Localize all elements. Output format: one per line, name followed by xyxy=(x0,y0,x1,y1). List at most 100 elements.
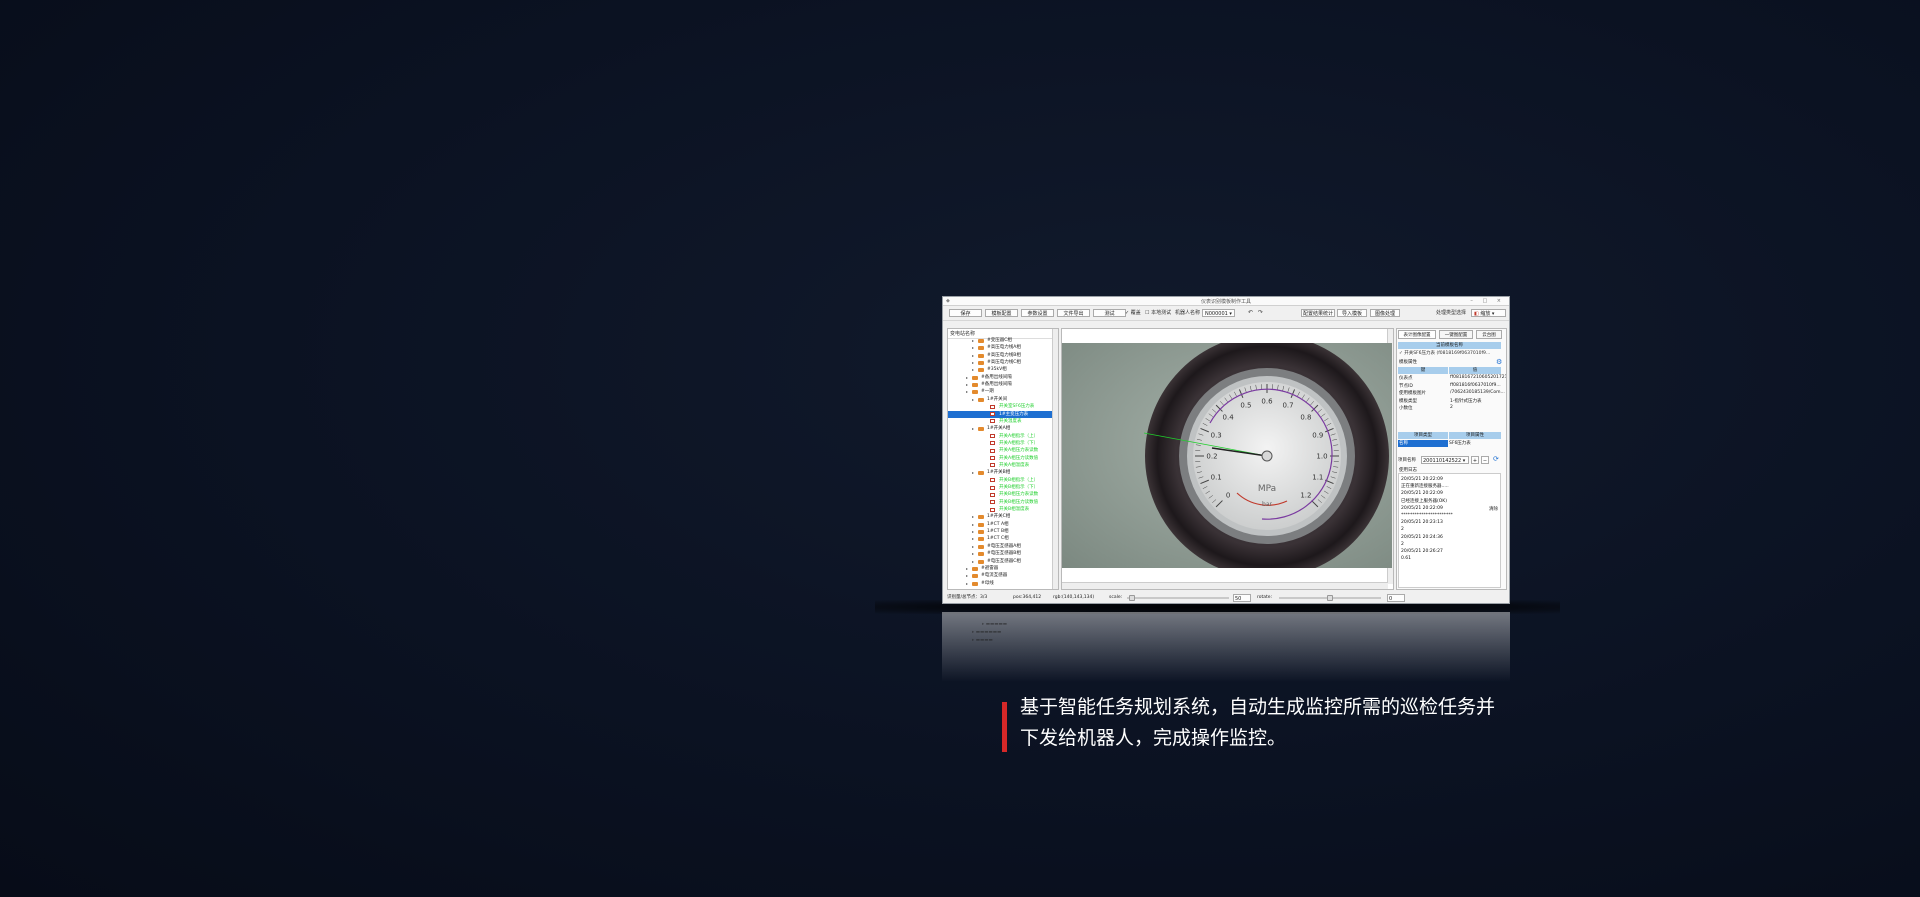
project-name-select[interactable]: 200110142522 ▾ xyxy=(1421,456,1469,464)
expand-arrow-icon[interactable]: ▸ xyxy=(972,550,974,557)
scale-slider-knob[interactable] xyxy=(1129,595,1135,601)
tree-item[interactable]: ▸ #高压电力线A相 xyxy=(948,344,1052,351)
prop-value[interactable]: 2 xyxy=(1450,405,1453,410)
prop-value[interactable]: ff08181672106052017211... xyxy=(1450,375,1506,380)
tree-item[interactable]: ▸ 1#CT B相 xyxy=(948,528,1052,535)
robot-name-select[interactable]: N000001 ▾ xyxy=(1202,309,1235,317)
rotate-value-field[interactable]: 0 xyxy=(1387,594,1405,602)
tree-item[interactable]: ▸ 1#CT A相 xyxy=(948,521,1052,528)
project-row-key[interactable]: 名称 xyxy=(1398,440,1448,447)
tree-item[interactable]: 开关A相压力读数值 xyxy=(948,455,1052,462)
tree-item-label: #备用出线间隔 xyxy=(981,382,1012,388)
tree-item[interactable]: ▸ #电流互感器 xyxy=(948,572,1052,579)
tab-one-key-config[interactable]: 一键图配置 xyxy=(1439,330,1473,339)
project-row-val[interactable]: SF6压力表 xyxy=(1449,440,1471,447)
tree-item[interactable]: 开关室SF6压力表 xyxy=(948,403,1052,410)
tree-item[interactable]: 开关温度表 xyxy=(948,418,1052,425)
expand-arrow-icon[interactable]: ▸ xyxy=(972,535,974,542)
tree-scrollbar[interactable] xyxy=(1052,329,1058,589)
tab-meter-config[interactable]: 表计图像配置 xyxy=(1398,330,1436,339)
image-type-select[interactable]: ◧ 缩放 ▾ xyxy=(1471,309,1506,317)
prop-value[interactable]: /7062430185139/Com... xyxy=(1450,390,1505,395)
expand-arrow-icon[interactable]: ▸ xyxy=(966,381,968,388)
import-template-button[interactable]: 导入模板 xyxy=(1337,309,1367,317)
prop-value[interactable]: 1-指针式压力表 xyxy=(1450,398,1482,404)
save-button[interactable]: 保存 xyxy=(949,309,982,317)
gauge-number: 0.7 xyxy=(1282,402,1293,410)
tree-item[interactable]: ▸ #备用出线间隔 xyxy=(948,374,1052,381)
expand-arrow-icon[interactable]: ▸ xyxy=(972,337,974,344)
tree-item[interactable]: 开关B相指示（上） xyxy=(948,477,1052,484)
window-controls[interactable]: – □ × xyxy=(1470,298,1505,304)
tree-item[interactable]: 1#主变压力表 xyxy=(948,410,1052,418)
tree-item[interactable]: ▸ #电压互感器A相 xyxy=(948,543,1052,550)
log-line: 已经连接上服务器(OK) xyxy=(1401,498,1448,504)
tab-ptz[interactable]: 云台图 xyxy=(1476,330,1502,339)
expand-arrow-icon[interactable]: ▸ xyxy=(966,565,968,572)
expand-arrow-icon[interactable]: ▸ xyxy=(972,366,974,373)
tree-item[interactable]: ▸ 1#开关间 xyxy=(948,396,1052,403)
expand-arrow-icon[interactable]: ▸ xyxy=(972,521,974,528)
expand-arrow-icon[interactable]: ▸ xyxy=(972,344,974,351)
clear-log-button[interactable]: 清除 xyxy=(1489,506,1498,512)
expand-arrow-icon[interactable]: ▸ xyxy=(972,513,974,520)
expand-arrow-icon[interactable]: ▸ xyxy=(966,580,968,587)
expand-arrow-icon[interactable]: ▸ xyxy=(972,469,974,476)
add-project-button[interactable]: + xyxy=(1471,456,1479,464)
tree-item[interactable]: ▸ 1#开关C相 xyxy=(948,513,1052,520)
expand-arrow-icon[interactable]: ▸ xyxy=(972,543,974,550)
tree-item[interactable]: ▸ 1#CT C相 xyxy=(948,535,1052,542)
tree-item[interactable]: ▸ 1#开关A相 xyxy=(948,425,1052,432)
prop-value[interactable]: ff081816f0637010f9... xyxy=(1450,383,1501,388)
tree-item[interactable]: ▸ #变压器C相 xyxy=(948,337,1052,344)
tree-item[interactable]: ▸ #电压互感器C相 xyxy=(948,558,1052,565)
param-setting-button[interactable]: 参数设置 xyxy=(1021,309,1054,317)
expand-arrow-icon[interactable]: ▸ xyxy=(972,359,974,366)
tree-item[interactable]: 开关A相指示（下） xyxy=(948,440,1052,447)
tree-item[interactable]: ▸ #高压电力线B相 xyxy=(948,352,1052,359)
template-config-button[interactable]: 模板配置 xyxy=(985,309,1018,317)
tree-item[interactable]: ▸ #高压电力线C相 xyxy=(948,359,1052,366)
scale-slider[interactable] xyxy=(1127,595,1229,601)
rotate-slider[interactable] xyxy=(1279,595,1381,601)
tree-item[interactable]: ▸ #母线 xyxy=(948,580,1052,587)
remove-project-button[interactable]: − xyxy=(1481,456,1489,464)
expand-arrow-icon[interactable]: ▸ xyxy=(966,572,968,579)
tree-item[interactable]: ▸ #电压互感器B相 xyxy=(948,550,1052,557)
expand-arrow-icon[interactable]: ▸ xyxy=(966,374,968,381)
tree-item[interactable]: ▸ #一期 xyxy=(948,388,1052,395)
tree-item[interactable]: 开关A相压力表读数 xyxy=(948,447,1052,454)
undo-icon[interactable]: ↶ xyxy=(1248,310,1253,316)
expand-arrow-icon[interactable]: ▸ xyxy=(972,528,974,535)
tree-item[interactable]: 开关B相温度表 xyxy=(948,506,1052,513)
expand-arrow-icon[interactable]: ▸ xyxy=(972,352,974,359)
tree-item[interactable]: ▸ 1#开关B相 xyxy=(948,469,1052,476)
image-process-button[interactable]: 图像处理 xyxy=(1370,309,1400,317)
image-h-scrollbar[interactable] xyxy=(1062,582,1388,589)
refresh-icon[interactable]: ⟳ xyxy=(1493,455,1499,463)
meter-image[interactable]: 0 0.1 0.2 0.3 0.4 0.5 0.6 0.7 0.8 0.9 1.0 1.1 1.2 MP… xyxy=(1062,343,1392,568)
tree-item[interactable]: 开关A相温度表 xyxy=(948,462,1052,469)
tree-item[interactable]: 开关A相指示（上） xyxy=(948,433,1052,440)
tree-item[interactable]: 开关B相压力读数值 xyxy=(948,499,1052,506)
scale-value-field[interactable]: 50 xyxy=(1233,594,1251,602)
tree-item[interactable]: ▸ #35kV相 xyxy=(948,366,1052,373)
expand-arrow-icon[interactable]: ▸ xyxy=(966,388,968,395)
file-export-button[interactable]: 文件导出 xyxy=(1057,309,1090,317)
tree-item[interactable]: ▸ #避雷器 xyxy=(948,565,1052,572)
settings-gear-icon[interactable]: ⚙ xyxy=(1496,358,1502,366)
local-test-checkbox[interactable]: ☐ 本地测试 xyxy=(1145,310,1171,316)
expand-arrow-icon[interactable]: ▸ xyxy=(972,425,974,432)
tree-item[interactable]: ▸ #备用出线间隔 xyxy=(948,381,1052,388)
tree-item[interactable]: 开关B相压力表读数 xyxy=(948,491,1052,498)
test-button[interactable]: 测试 xyxy=(1093,309,1126,317)
template-list-item[interactable]: ✓ 开关SF6压力表 (f0818169f0637010f9... xyxy=(1399,350,1490,356)
config-result-button[interactable]: 配置结果统计 xyxy=(1301,309,1335,317)
tree-item-label: 1#CT A相 xyxy=(987,521,1009,527)
redo-icon[interactable]: ↷ xyxy=(1258,310,1263,316)
expand-arrow-icon[interactable]: ▸ xyxy=(972,558,974,565)
expand-arrow-icon[interactable]: ▸ xyxy=(972,396,974,403)
tree-item[interactable]: 开关B相指示（下） xyxy=(948,484,1052,491)
cover-checkbox[interactable]: ✓ 覆盖 xyxy=(1125,310,1141,316)
rotate-slider-knob[interactable] xyxy=(1327,595,1333,601)
